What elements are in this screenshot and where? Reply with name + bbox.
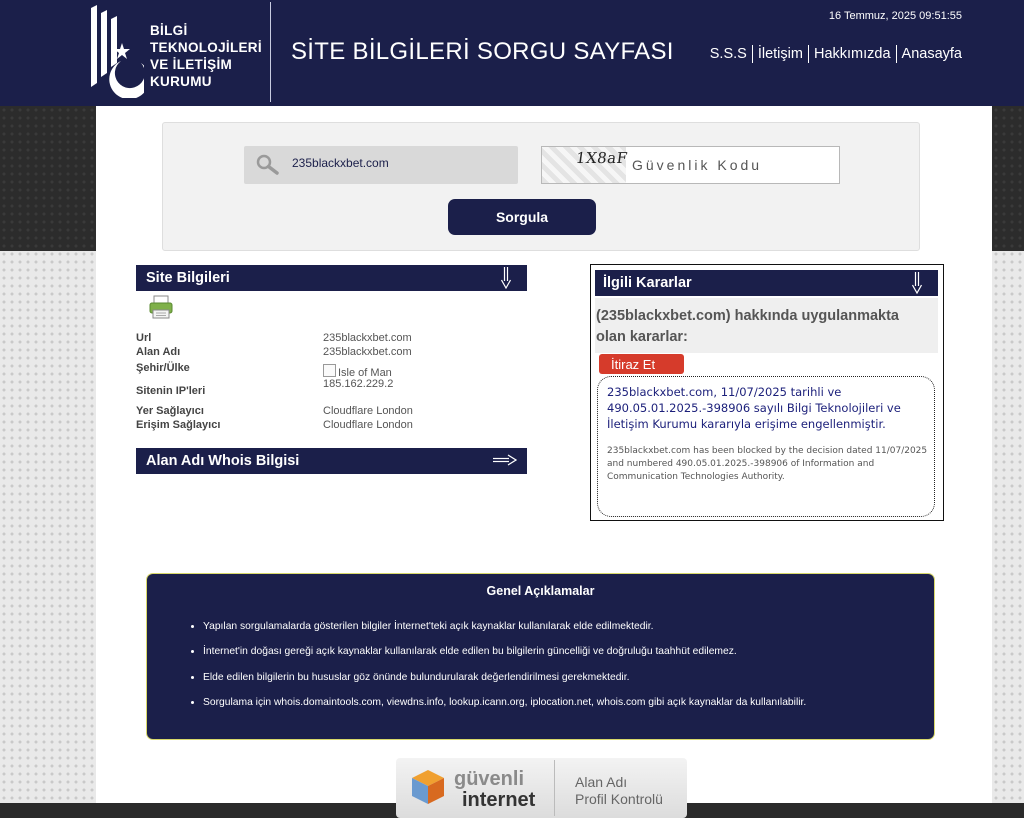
info-value: Cloudflare London xyxy=(323,405,413,417)
info-key: Yer Sağlayıcı xyxy=(136,405,204,417)
decision-text-tr: 235blackxbet.com, 11/07/2025 tarihli ve … xyxy=(607,385,901,431)
list-item: Sorgulama için whois.domaintools.com, vi… xyxy=(203,696,806,710)
captcha-image: 1X8aF xyxy=(542,147,629,183)
info-value: Isle of Man xyxy=(323,364,392,379)
badge-divider xyxy=(554,760,555,816)
domain-search-box xyxy=(244,146,518,184)
list-item: Elde edilen bilgilerin bu hususlar göz ö… xyxy=(203,671,806,685)
logo-line: TEKNOLOJİLERİ xyxy=(150,40,262,55)
top-navigation: S.S.S İletişim Hakkımızda Anasayfa xyxy=(705,45,962,63)
badge-line-2: internet xyxy=(462,789,536,811)
nav-contact-link[interactable]: İletişim xyxy=(751,45,808,63)
current-datetime: 16 Temmuz, 2025 09:51:55 xyxy=(828,10,962,22)
nav-about-link[interactable]: Hakkımızda xyxy=(807,45,896,63)
badge-line-4: Profil Kontrolü xyxy=(575,791,663,807)
decisions-panel: İlgili Kararlar (235blackxbet.com) hakkı… xyxy=(590,264,944,521)
page-title: SİTE BİLGİLERİ SORGU SAYFASI xyxy=(291,38,674,65)
search-icon xyxy=(256,154,279,175)
nav-home-link[interactable]: Anasayfa xyxy=(895,45,962,63)
badge-line-1: güvenli xyxy=(454,768,525,790)
info-value: 235blackxbet.com xyxy=(323,332,412,344)
decisions-title: İlgili Kararlar xyxy=(603,275,692,291)
btk-logo-icon[interactable] xyxy=(88,5,144,98)
info-key: Alan Adı xyxy=(136,346,181,358)
flag-image-icon xyxy=(323,364,336,377)
logo-line: VE İLETİŞİM xyxy=(150,57,233,72)
info-key: Erişim Sağlayıcı xyxy=(136,419,221,431)
list-item: Yapılan sorgulamalarda gösterilen bilgil… xyxy=(203,620,806,634)
logo-line: KURUMU xyxy=(150,74,212,89)
safe-internet-cube-icon xyxy=(412,770,444,804)
captcha-text: 1X8aF xyxy=(574,149,629,167)
logo-text[interactable]: BİLGİ TEKNOLOJİLERİ VE İLETİŞİM KURUMU xyxy=(150,22,262,90)
site-info-header[interactable]: Site Bilgileri xyxy=(136,265,527,291)
arrow-down-icon xyxy=(912,272,922,294)
nav-faq-link[interactable]: S.S.S xyxy=(705,45,752,63)
list-item: İnternet'in doğası gereği açık kaynaklar… xyxy=(203,645,806,659)
decision-text-en: 235blackxbet.com has been blocked by the… xyxy=(607,446,928,482)
general-notes-title: Genel Açıklamalar xyxy=(486,584,595,598)
info-value: 235blackxbet.com xyxy=(323,346,412,358)
safe-internet-badge[interactable]: güvenli internet Alan Adı Profil Kontrol… xyxy=(396,758,687,818)
objection-button[interactable]: İtiraz Et xyxy=(599,354,684,374)
decision-detail-box: 235blackxbet.com, 11/07/2025 tarihli ve … xyxy=(597,376,935,517)
captcha-field: 1X8aF xyxy=(541,146,840,184)
info-value: Cloudflare London xyxy=(323,419,413,431)
arrow-right-icon xyxy=(493,454,517,466)
info-key: Url xyxy=(136,332,152,344)
security-code-input[interactable] xyxy=(630,156,834,174)
badge-line-3: Alan Adı xyxy=(575,774,628,790)
main-content: 1X8aF Sorgula Site Bilgileri Url 235blac… xyxy=(96,106,992,818)
query-button[interactable]: Sorgula xyxy=(448,199,596,235)
arrow-down-icon xyxy=(501,267,511,289)
whois-title: Alan Adı Whois Bilgisi xyxy=(146,453,300,469)
info-key: Sitenin IP'leri xyxy=(136,385,206,397)
logo-line: BİLGİ xyxy=(150,23,188,38)
decisions-heading-box: (235blackxbet.com) hakkında uygulanmakta… xyxy=(595,298,938,353)
decisions-header[interactable]: İlgili Kararlar xyxy=(595,270,938,296)
general-notes-list: Yapılan sorgulamalarda gösterilen bilgil… xyxy=(191,608,806,710)
site-header: BİLGİ TEKNOLOJİLERİ VE İLETİŞİM KURUMU S… xyxy=(0,0,1024,106)
site-info-title: Site Bilgileri xyxy=(146,270,230,286)
domain-search-input[interactable] xyxy=(290,155,514,171)
decisions-heading: (235blackxbet.com) hakkında uygulanmakta… xyxy=(596,308,899,345)
general-notes-panel: Genel Açıklamalar Yapılan sorgulamalarda… xyxy=(147,574,934,739)
info-value: 185.162.229.2 xyxy=(323,378,394,390)
search-panel: 1X8aF Sorgula xyxy=(162,122,920,251)
info-key: Şehir/Ülke xyxy=(136,362,190,374)
printer-icon[interactable] xyxy=(148,294,174,320)
whois-header[interactable]: Alan Adı Whois Bilgisi xyxy=(136,448,527,474)
header-divider xyxy=(270,2,271,102)
